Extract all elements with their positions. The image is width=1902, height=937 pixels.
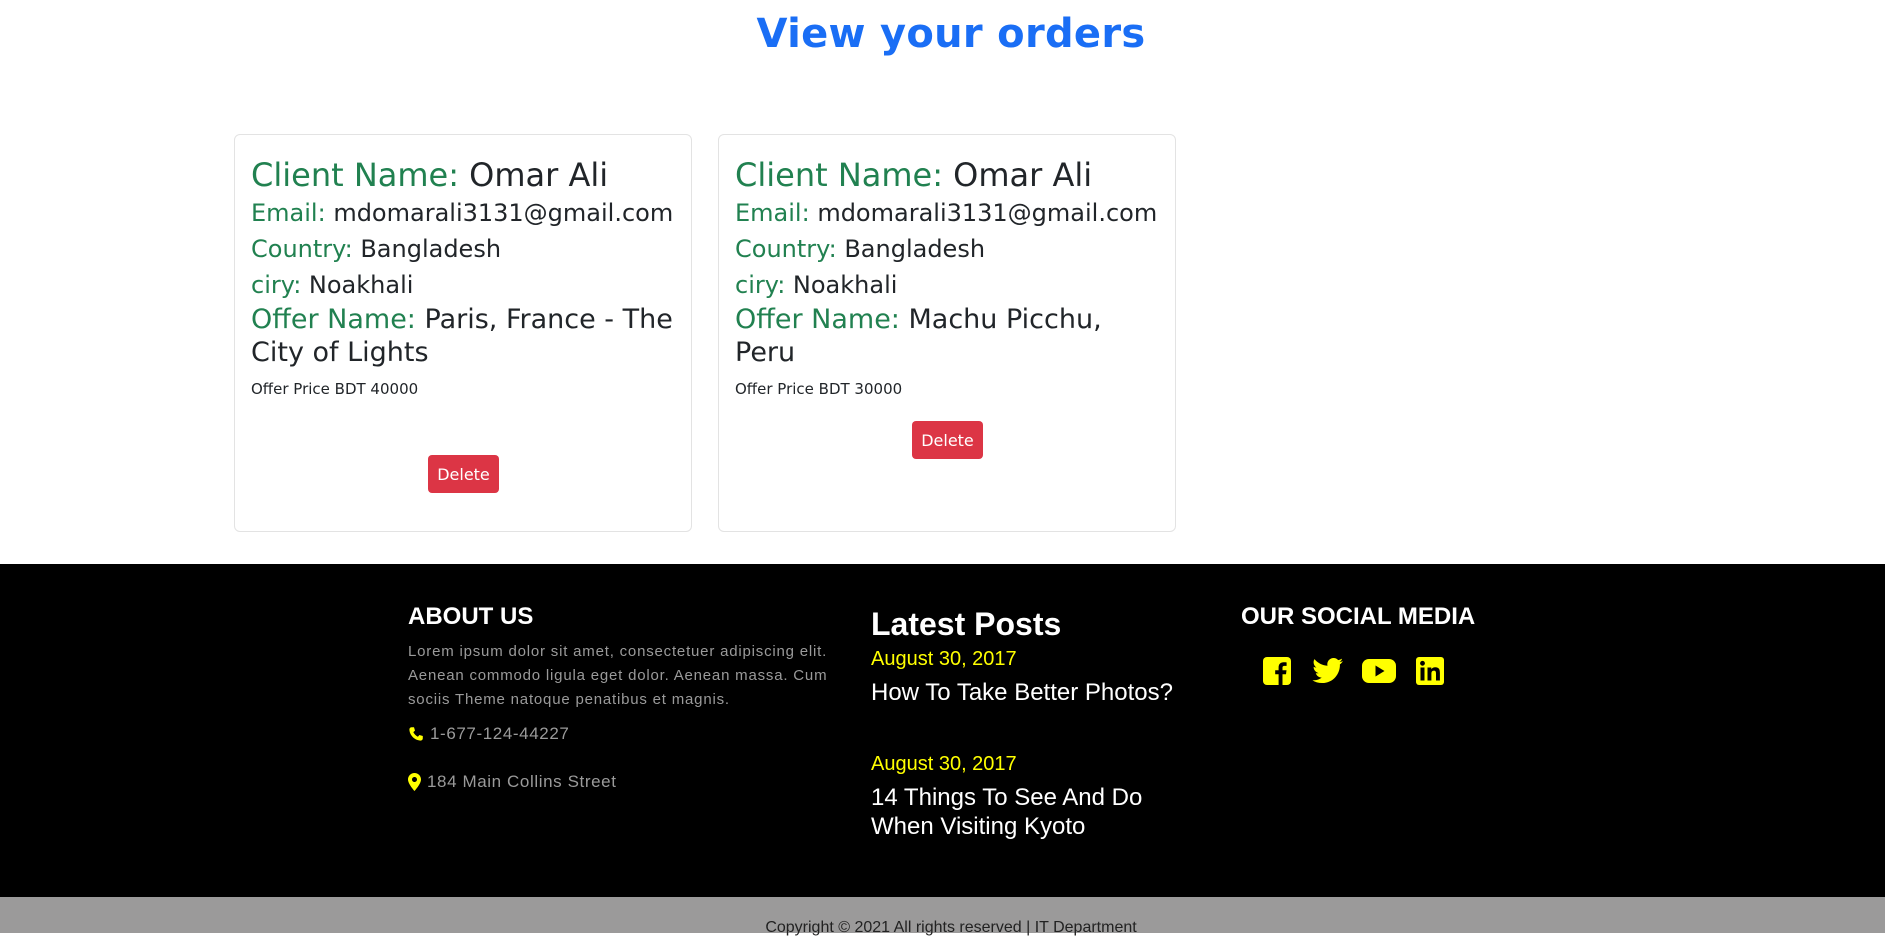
delete-button[interactable]: Delete: [428, 455, 499, 493]
address-contact: 184 Main Collins Street: [408, 772, 828, 792]
client-name-row: Client Name: Omar Ali: [735, 155, 1159, 195]
client-name-value: Omar Ali: [469, 156, 609, 194]
client-name-label: Client Name:: [251, 156, 459, 194]
latest-posts-column: Latest Posts August 30, 2017 How To Take…: [871, 604, 1201, 841]
country-row: Country: Bangladesh: [251, 231, 675, 267]
post-title[interactable]: How To Take Better Photos?: [871, 678, 1201, 707]
latest-posts-heading: Latest Posts: [871, 606, 1062, 642]
email-row: Email: mdomarali3131@gmail.com: [251, 195, 675, 231]
email-label: Email:: [735, 199, 810, 227]
email-value: mdomarali3131@gmail.com: [333, 199, 674, 227]
city-value: Noakhali: [792, 271, 898, 299]
city-label: ciry:: [735, 271, 786, 299]
offer-name-row: Offer Name: Paris, France - The City of …: [251, 303, 675, 369]
country-value: Bangladesh: [844, 235, 986, 263]
page-title: View your orders: [756, 11, 1146, 57]
country-label: Country:: [251, 235, 353, 263]
email-row: Email: mdomarali3131@gmail.com: [735, 195, 1159, 231]
offer-name-row: Offer Name: Machu Picchu, Peru: [735, 303, 1159, 369]
orders-section: View your orders Client Name: Omar Ali E…: [0, 0, 1902, 564]
offer-name-label: Offer Name:: [735, 304, 900, 335]
country-row: Country: Bangladesh: [735, 231, 1159, 267]
youtube-icon[interactable]: [1362, 654, 1396, 688]
social-media-column: OUR SOCIAL MEDIA: [1241, 602, 1541, 688]
offer-price: Offer Price BDT 40000: [251, 380, 419, 398]
phone-number[interactable]: 1-677-124-44227: [430, 724, 569, 744]
map-marker-icon: [408, 773, 421, 791]
footer: ABOUT US Lorem ipsum dolor sit amet, con…: [0, 564, 1902, 897]
order-card: Client Name: Omar Ali Email: mdomarali31…: [718, 134, 1176, 532]
post-date: August 30, 2017: [871, 753, 1017, 775]
post-item[interactable]: August 30, 2017 14 Things To See And Do …: [871, 751, 1201, 841]
city-value: Noakhali: [308, 271, 414, 299]
client-name-row: Client Name: Omar Ali: [251, 155, 675, 195]
phone-icon: [408, 726, 424, 742]
country-value: Bangladesh: [360, 235, 502, 263]
address-text: 184 Main Collins Street: [427, 772, 617, 791]
social-icons: [1241, 654, 1541, 688]
city-label: ciry:: [251, 271, 302, 299]
twitter-icon[interactable]: [1311, 654, 1345, 688]
social-media-heading: OUR SOCIAL MEDIA: [1241, 603, 1476, 630]
linkedin-icon[interactable]: [1413, 654, 1447, 688]
email-value: mdomarali3131@gmail.com: [817, 199, 1158, 227]
city-row: ciry: Noakhali: [251, 267, 675, 303]
about-us-heading: ABOUT US: [408, 603, 534, 630]
email-label: Email:: [251, 199, 326, 227]
post-title[interactable]: 14 Things To See And Do When Visiting Ky…: [871, 783, 1201, 841]
client-name-value: Omar Ali: [953, 156, 1093, 194]
order-card: Client Name: Omar Ali Email: mdomarali31…: [234, 134, 692, 532]
copyright-bar: Copyright © 2021 All rights reserved | I…: [0, 897, 1902, 936]
post-item[interactable]: August 30, 2017 How To Take Better Photo…: [871, 646, 1201, 707]
phone-contact: 1-677-124-44227: [408, 724, 828, 744]
city-row: ciry: Noakhali: [735, 267, 1159, 303]
copyright-text: Copyright © 2021 All rights reserved | I…: [765, 919, 1137, 936]
facebook-icon[interactable]: [1260, 654, 1294, 688]
offer-price: Offer Price BDT 30000: [735, 380, 903, 398]
about-us-column: ABOUT US Lorem ipsum dolor sit amet, con…: [408, 602, 828, 792]
post-date: August 30, 2017: [871, 648, 1017, 670]
client-name-label: Client Name:: [735, 156, 943, 194]
offer-name-label: Offer Name:: [251, 304, 416, 335]
scrollbar-track[interactable]: [1885, 0, 1902, 933]
delete-button[interactable]: Delete: [912, 421, 983, 459]
country-label: Country:: [735, 235, 837, 263]
about-us-text: Lorem ipsum dolor sit amet, consectetuer…: [408, 643, 828, 708]
